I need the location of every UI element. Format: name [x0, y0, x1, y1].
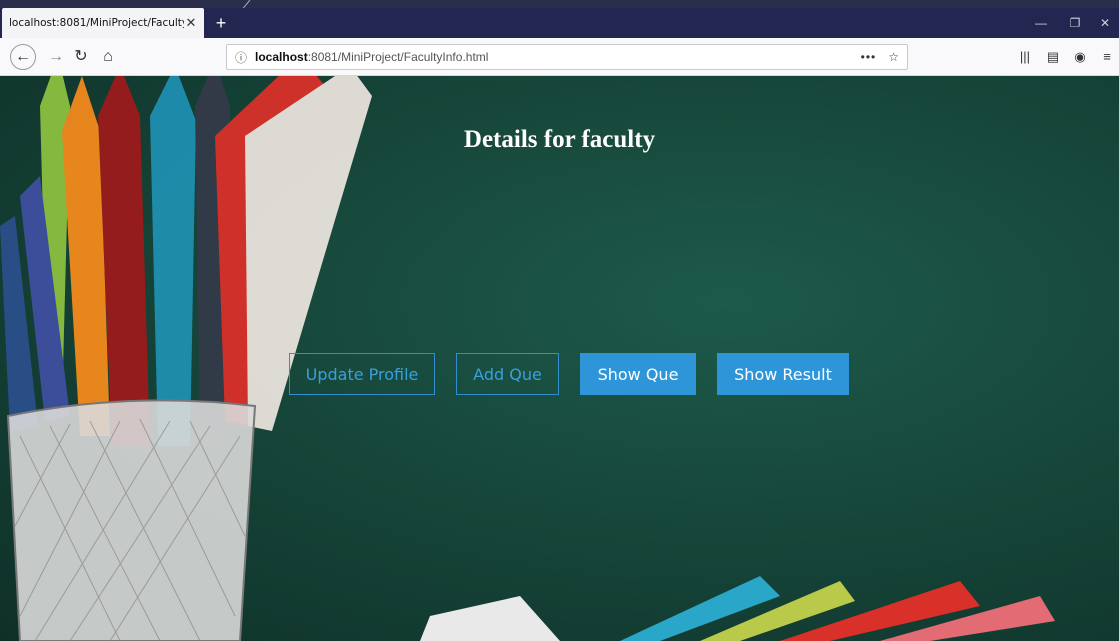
url-path: :8081/MiniProject/FacultyInfo.html	[307, 50, 489, 64]
browser-tab[interactable]: localhost:8081/MiniProject/FacultyI ✕	[2, 8, 204, 38]
tab-strip: localhost:8081/MiniProject/FacultyI ✕ + …	[0, 8, 1119, 38]
forward-arrow-icon[interactable]: →	[44, 45, 68, 69]
page-actions-icon[interactable]: •••	[861, 50, 877, 64]
window-frame: localhost:8081/MiniProject/FacultyI ✕ + …	[0, 0, 1119, 641]
reload-icon[interactable]: ↻	[69, 45, 93, 69]
account-icon[interactable]: ◉	[1069, 45, 1091, 69]
show-que-button[interactable]: Show Que	[580, 353, 696, 395]
page-content: Details for faculty Update Profile Add Q…	[0, 76, 1119, 641]
navigation-bar: ← → ↻ ⌂ ⓘ localhost :8081/MiniProject/Fa…	[0, 38, 1119, 76]
minimize-icon[interactable]: —	[1023, 8, 1059, 38]
close-window-icon[interactable]: ✕	[1091, 8, 1119, 38]
home-icon[interactable]: ⌂	[96, 45, 120, 69]
background-illustration	[0, 76, 1055, 641]
bookmark-star-icon[interactable]: ☆	[888, 50, 899, 64]
library-icon[interactable]: |||	[1014, 45, 1036, 69]
tab-title: localhost:8081/MiniProject/FacultyI	[9, 17, 184, 29]
menu-icon[interactable]: ≡	[1097, 45, 1117, 69]
update-profile-button[interactable]: Update Profile	[289, 353, 435, 395]
close-tab-icon[interactable]: ✕	[184, 15, 198, 31]
show-result-button[interactable]: Show Result	[717, 353, 849, 395]
url-host: localhost	[255, 50, 308, 64]
add-que-button[interactable]: Add Que	[456, 353, 559, 395]
info-icon[interactable]: ⓘ	[235, 49, 247, 66]
back-arrow-icon[interactable]: ←	[10, 44, 36, 70]
url-bar[interactable]: ⓘ localhost :8081/MiniProject/FacultyInf…	[226, 44, 908, 70]
page-title: Details for faculty	[463, 126, 656, 153]
new-tab-button[interactable]: +	[210, 11, 232, 35]
sidebar-icon[interactable]: ▤	[1042, 45, 1064, 69]
restore-icon[interactable]: ❐	[1057, 8, 1093, 38]
